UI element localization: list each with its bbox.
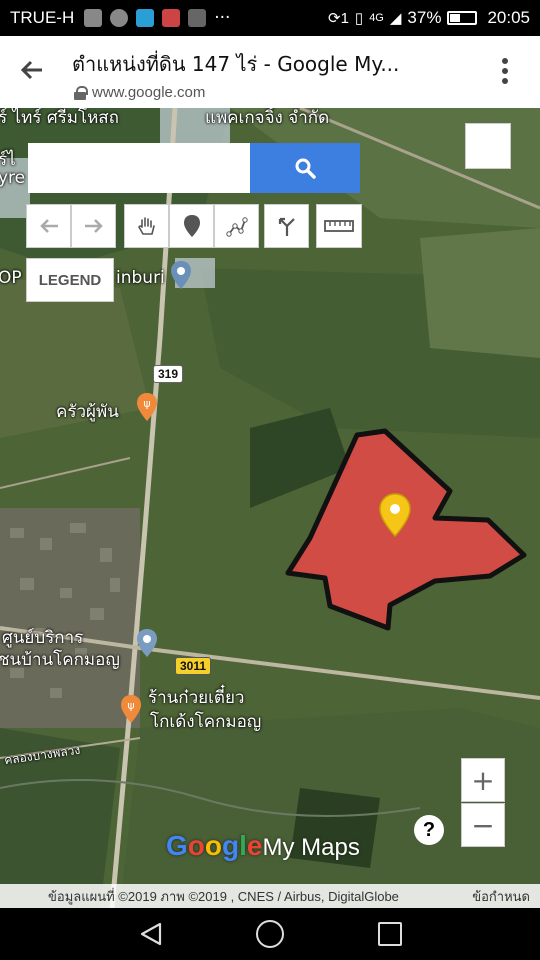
map-canvas[interactable]: ร์ ไทร์ ศรีมโหสถ แพคเกจจิ้ง จำกัด ร์ไ yr… (0, 108, 540, 908)
undo-icon (39, 219, 58, 233)
url-row: www.google.com (74, 84, 205, 101)
notification-icon (136, 9, 155, 27)
map-label: โกเด้งโคกมอญ (150, 712, 262, 732)
map-attribution: ข้อมูลแผนที่ ©2019 ภาพ ©2019 , CNES / Ai… (0, 884, 540, 908)
battery-percent: 37% (407, 8, 442, 27)
attribution-text: ข้อมูลแผนที่ ©2019 ภาพ ©2019 , CNES / Ai… (48, 888, 399, 904)
directions-button[interactable] (264, 204, 309, 248)
add-marker-button[interactable] (169, 204, 214, 248)
terms-link[interactable]: ข้อกำหนด (472, 886, 530, 907)
navigation-bar (0, 908, 540, 960)
network-type: 4G (369, 12, 384, 24)
map-label: inburi (116, 268, 165, 288)
measure-button[interactable] (316, 204, 362, 248)
google-mymaps-logo: GoogleMy Maps (166, 830, 360, 861)
lock-icon (74, 85, 88, 100)
browser-toolbar: ตำแหน่งที่ดิน 147 ไร่ - Google My... www… (0, 36, 540, 108)
nav-recents-icon[interactable] (378, 922, 402, 946)
search-button[interactable] (250, 143, 360, 193)
notification-icon (84, 9, 103, 27)
notification-icon (162, 9, 181, 27)
location-marker-icon[interactable] (378, 492, 412, 538)
notification-icon (110, 9, 129, 27)
status-bar: TRUE-H ··· ⟳1 ▯ 4G ◢ 37% 20:05 (0, 0, 540, 36)
notification-icons: ··· (84, 8, 230, 28)
directions-icon (278, 217, 295, 236)
vibrate-icon: ▯ (354, 10, 364, 27)
map-label: ร้านก๋วยเตี๋ยว (148, 688, 245, 708)
map-label: ครัวผู้พัน (56, 402, 119, 422)
draw-line-icon (225, 217, 248, 237)
page-title: ตำแหน่งที่ดิน 147 ไร่ - Google My... (72, 52, 400, 76)
map-search-input[interactable] (28, 143, 250, 193)
nav-back-icon[interactable] (138, 921, 164, 947)
restaurant-pin-icon[interactable]: ψ (136, 392, 158, 422)
map-label: yre (0, 168, 26, 188)
back-arrow-icon[interactable] (18, 56, 52, 90)
svg-text:ψ: ψ (127, 699, 134, 712)
ruler-icon (324, 220, 354, 232)
hand-icon (137, 217, 155, 235)
map-label: ร์ ไทร์ ศรีมโหสถ (0, 108, 119, 128)
overflow-menu-icon[interactable] (502, 58, 510, 88)
sim-indicator-icon: ⟳1 (328, 10, 349, 27)
place-pin-icon[interactable] (170, 260, 192, 290)
zoom-in-button[interactable]: + (461, 758, 505, 802)
battery-icon (447, 11, 478, 25)
redo-icon (84, 219, 103, 233)
notification-icon (188, 9, 207, 27)
map-label: ชนบ้านโคกมอญ (0, 650, 120, 670)
map-label: OP (0, 268, 22, 288)
legend-button[interactable]: LEGEND (26, 258, 114, 302)
restaurant-pin-icon[interactable]: ψ (120, 694, 142, 724)
highway-shield: 3011 (175, 657, 212, 675)
draw-line-button[interactable] (214, 204, 259, 248)
fullscreen-button[interactable] (465, 123, 511, 169)
pan-tool-button[interactable] (124, 204, 169, 248)
zoom-out-button[interactable]: − (461, 803, 505, 847)
svg-text:ψ: ψ (143, 397, 150, 410)
map-label: แพคเกจจิ้ง จำกัด (205, 108, 330, 128)
carrier-name: TRUE-H (10, 8, 75, 27)
clock: 20:05 (487, 8, 530, 27)
url-text: www.google.com (92, 84, 206, 101)
signal-icon: ◢ (389, 10, 402, 27)
undo-button[interactable] (26, 204, 71, 248)
nav-home-icon[interactable] (256, 920, 284, 948)
service-pin-icon[interactable] (136, 628, 158, 658)
search-icon (295, 158, 316, 179)
status-right: ⟳1 ▯ 4G ◢ 37% 20:05 (328, 8, 530, 28)
help-button[interactable]: ? (414, 815, 444, 845)
more-notifications-icon: ··· (214, 8, 231, 28)
marker-icon (183, 215, 200, 237)
highway-shield: 319 (153, 365, 184, 383)
redo-button[interactable] (71, 204, 116, 248)
